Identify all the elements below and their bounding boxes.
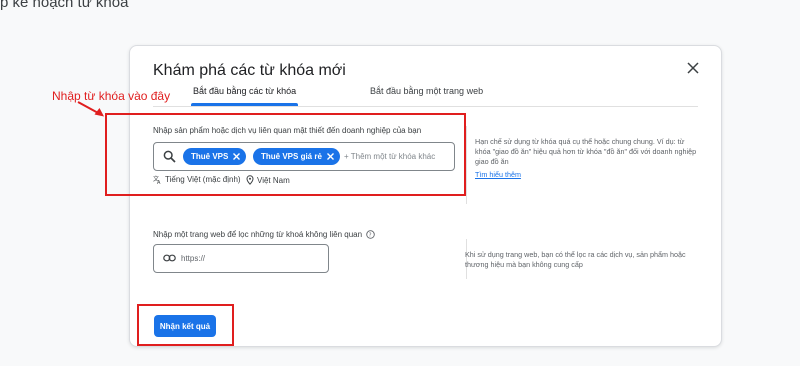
- annotation-highlight-box: [137, 304, 234, 346]
- tab-keywords[interactable]: Bắt đầu bằng các từ khóa: [190, 86, 299, 106]
- tab-website[interactable]: Bắt đầu bằng một trang web: [370, 86, 483, 96]
- annotation-text: Nhập từ khóa vào đây: [52, 89, 171, 103]
- close-icon: [687, 62, 699, 74]
- keywords-help-text: Hạn chế sử dụng từ khóa quá cụ thể hoặc …: [475, 137, 697, 166]
- website-url-input[interactable]: [181, 251, 321, 265]
- svg-text:?: ?: [369, 233, 372, 239]
- learn-more-link[interactable]: Tìm hiểu thêm: [475, 170, 521, 179]
- close-button[interactable]: [685, 60, 701, 76]
- keyword-discovery-dialog: Khám phá các từ khóa mới Bắt đầu bằng cá…: [129, 45, 722, 347]
- website-help-text: Khi sử dụng trang web, bạn có thể lọc ra…: [465, 250, 686, 269]
- tab-bar: Bắt đầu bằng các từ khóa Bắt đầu bằng mộ…: [153, 82, 698, 107]
- annotation-arrow: [77, 101, 104, 117]
- website-label: Nhập một trang web để lọc những từ khoá …: [153, 230, 363, 239]
- help-circle-icon[interactable]: ?: [366, 230, 375, 239]
- website-input-box[interactable]: [153, 244, 329, 273]
- website-label-row: Nhập một trang web để lọc những từ khoá …: [153, 230, 375, 239]
- annotation-highlight-box: [105, 113, 466, 196]
- divider: [466, 126, 467, 204]
- page-header: p kế hoạch từ khóa: [0, 0, 129, 11]
- link-icon: [163, 254, 176, 262]
- dialog-title: Khám phá các từ khóa mới: [153, 62, 346, 79]
